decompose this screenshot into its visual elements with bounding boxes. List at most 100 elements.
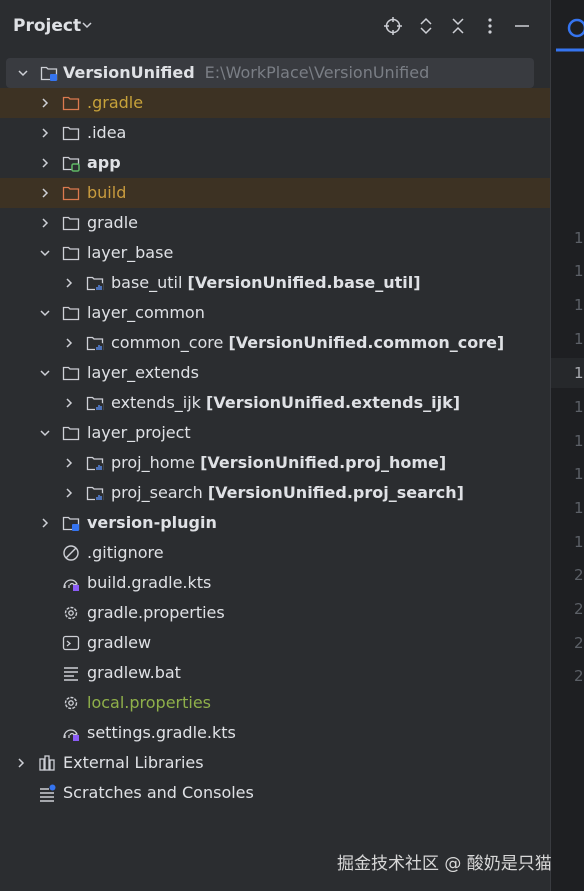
module-folder-icon xyxy=(86,276,104,291)
module-qualified-name: [VersionUnified.proj_search] xyxy=(207,483,464,502)
tree-node-gitignore[interactable]: .gitignore xyxy=(0,538,550,568)
scratches-icon xyxy=(40,784,56,802)
project-path: E:\WorkPlace\VersionUnified xyxy=(204,63,430,82)
tree-node-root[interactable]: VersionUnified E:\WorkPlace\VersionUnifie… xyxy=(6,58,534,88)
line-number: 2 xyxy=(574,667,584,685)
module-folder-icon xyxy=(86,396,104,411)
tree-node-settings-gradle-kts[interactable]: settings.gradle.kts xyxy=(0,718,550,748)
tree-node-local-properties[interactable]: local.properties xyxy=(0,688,550,718)
folder-icon xyxy=(62,426,80,441)
folder-icon xyxy=(62,246,80,261)
tree-node-gradlew[interactable]: gradlew xyxy=(0,628,550,658)
editor-tab-icon[interactable] xyxy=(551,0,584,54)
module-folder-icon xyxy=(62,516,80,531)
project-view-title[interactable]: Project xyxy=(13,16,81,36)
tree-node-layer-base[interactable]: layer_base xyxy=(0,238,550,268)
tree-node-label: .gradle xyxy=(87,93,144,112)
tree-node-label: External Libraries xyxy=(63,753,204,772)
tree-node-label: .idea xyxy=(87,123,127,142)
chevron-right-icon[interactable] xyxy=(38,516,52,530)
module-folder-icon xyxy=(62,156,80,172)
tree-node-proj-search[interactable]: proj_search [VersionUnified.proj_search] xyxy=(0,478,550,508)
tree-node-layer-common[interactable]: layer_common xyxy=(0,298,550,328)
line-number: 1 xyxy=(574,432,584,450)
tree-node-app[interactable]: app xyxy=(0,148,550,178)
tree-node-label: gradlew xyxy=(87,633,152,652)
tree-node-proj-home[interactable]: proj_home [VersionUnified.proj_home] xyxy=(0,448,550,478)
tree-node-label: gradle xyxy=(87,213,138,232)
chevron-right-icon[interactable] xyxy=(62,336,76,350)
tree-node-label: settings.gradle.kts xyxy=(87,723,236,742)
line-number: 1 xyxy=(574,465,584,483)
line-number: 1 xyxy=(574,296,584,314)
tree-node-label: build xyxy=(87,183,127,202)
tree-node-base-util[interactable]: base_util [VersionUnified.base_util] xyxy=(0,268,550,298)
chevron-right-icon[interactable] xyxy=(38,126,52,140)
tree-node-build[interactable]: build xyxy=(0,178,550,208)
chevron-right-icon[interactable] xyxy=(14,756,28,770)
line-number: 2 xyxy=(574,634,584,652)
line-number: 1 xyxy=(574,398,584,416)
ignore-file-icon xyxy=(63,545,79,561)
tree-node-common-core[interactable]: common_core [VersionUnified.common_core] xyxy=(0,328,550,358)
chevron-right-icon[interactable] xyxy=(62,276,76,290)
chevron-right-icon[interactable] xyxy=(62,486,76,500)
tree-node-label: base_util xyxy=(111,273,183,292)
tree-node-label: gradlew.bat xyxy=(87,663,181,682)
tree-node-label: proj_search xyxy=(111,483,203,502)
gear-icon xyxy=(64,606,78,620)
chevron-right-icon[interactable] xyxy=(38,216,52,230)
chevron-down-icon[interactable] xyxy=(38,366,52,380)
tree-node-gradle-properties[interactable]: gradle.properties xyxy=(0,598,550,628)
tree-node-label: build.gradle.kts xyxy=(87,573,212,592)
tree-node-label: proj_home xyxy=(111,453,195,472)
minimize-icon[interactable] xyxy=(512,16,532,36)
expand-all-icon[interactable] xyxy=(416,16,436,36)
folder-icon xyxy=(62,366,80,381)
chevron-right-icon[interactable] xyxy=(38,96,52,110)
more-options-icon[interactable] xyxy=(480,16,500,36)
tree-node-label: layer_common xyxy=(87,303,205,322)
collapse-all-icon[interactable] xyxy=(448,16,468,36)
folder-icon xyxy=(62,216,80,231)
chevron-right-icon[interactable] xyxy=(38,186,52,200)
line-number: 1 xyxy=(574,330,584,348)
tree-node-gradlew-bat[interactable]: gradlew.bat xyxy=(0,658,550,688)
tree-node-gradle[interactable]: gradle xyxy=(0,208,550,238)
tree-node-layer-project[interactable]: layer_project xyxy=(0,418,550,448)
tree-node-layer-extends[interactable]: layer_extends xyxy=(0,358,550,388)
tree-node-version-plugin[interactable]: version-plugin xyxy=(0,508,550,538)
excluded-folder-icon xyxy=(62,186,80,201)
module-qualified-name: [VersionUnified.extends_ijk] xyxy=(206,393,461,412)
tree-node-label: layer_base xyxy=(87,243,174,262)
tree-node-external-libraries[interactable]: External Libraries xyxy=(0,748,550,778)
line-number: 1 xyxy=(574,533,584,551)
folder-icon xyxy=(62,126,80,141)
chevron-down-icon[interactable] xyxy=(80,18,94,32)
project-tool-window-header: Project xyxy=(0,0,550,54)
tree-node-label: layer_project xyxy=(87,423,191,442)
locate-icon[interactable] xyxy=(383,16,403,36)
chevron-right-icon[interactable] xyxy=(62,456,76,470)
chevron-right-icon[interactable] xyxy=(62,396,76,410)
tree-node-idea[interactable]: .idea xyxy=(0,118,550,148)
tree-node-label: extends_ijk xyxy=(111,393,201,412)
line-number: 2 xyxy=(574,566,584,584)
gear-icon xyxy=(64,696,78,710)
chevron-down-icon[interactable] xyxy=(38,426,52,440)
tree-node-label: .gitignore xyxy=(87,543,164,562)
chevron-down-icon[interactable] xyxy=(16,66,30,80)
tree-node-scratches[interactable]: Scratches and Consoles xyxy=(0,778,550,808)
chevron-right-icon[interactable] xyxy=(38,156,52,170)
tree-node-build-gradle-kts[interactable]: build.gradle.kts xyxy=(0,568,550,598)
tree-node-label: Scratches and Consoles xyxy=(63,783,254,802)
excluded-folder-icon xyxy=(62,96,80,111)
tree-node-label: app xyxy=(87,153,121,172)
chevron-down-icon[interactable] xyxy=(38,306,52,320)
tree-node-extends-ijk[interactable]: extends_ijk [VersionUnified.extends_ijk] xyxy=(0,388,550,418)
tree-node-label: gradle.properties xyxy=(87,603,225,622)
tree-node-gradle-cache[interactable]: .gradle xyxy=(0,88,550,118)
tree-node-label: local.properties xyxy=(87,693,212,712)
chevron-down-icon[interactable] xyxy=(38,246,52,260)
project-name: VersionUnified xyxy=(63,63,195,82)
